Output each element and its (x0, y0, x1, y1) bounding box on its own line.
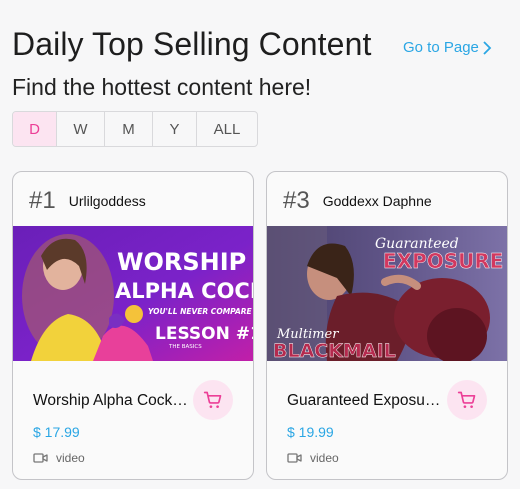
content-card[interactable]: #1 Urlilgoddess WORSHIP ALPHA COCK YOU'L… (12, 171, 254, 480)
content-type-label: video (56, 451, 85, 465)
cart-icon (457, 391, 476, 408)
period-daily-button[interactable]: D (13, 112, 57, 146)
page-subtitle: Find the hottest content here! (12, 74, 312, 100)
content-thumbnail[interactable]: Guaranteed EXPOSURE Multimer BLACKMAIL (267, 226, 507, 361)
content-card[interactable]: #3 Goddexx Daphne Guaranteed EXPOSURE Mu… (266, 171, 508, 480)
thumb-text-line2: EXPOSURE (383, 249, 503, 273)
content-type-label: video (310, 451, 339, 465)
thumb-text-line4: LESSON #1 (155, 324, 254, 344)
thumb-text-line3: YOU'LL NEVER COMPARE (148, 307, 253, 316)
thumb-text-line2: ALPHA COCK (115, 279, 254, 303)
seller-name[interactable]: Urlilgoddess (69, 193, 146, 209)
item-price: $ 19.99 (287, 424, 334, 440)
rank-label: #3 (283, 187, 310, 214)
item-price: $ 17.99 (33, 424, 80, 440)
go-to-page-link[interactable]: Go to Page (403, 39, 492, 56)
thumb-text-line4: BLACKMAIL (273, 340, 396, 361)
period-all-button[interactable]: ALL (197, 112, 257, 146)
content-thumbnail[interactable]: WORSHIP ALPHA COCK YOU'LL NEVER COMPARE … (13, 226, 254, 361)
go-to-page-label: Go to Page (403, 39, 479, 56)
page-header: Daily Top Selling Content Go to Page (12, 24, 508, 68)
page-title: Daily Top Selling Content (12, 26, 372, 62)
content-type: video (33, 451, 85, 465)
thumb-text-line1: WORSHIP (117, 248, 246, 276)
content-type: video (287, 451, 339, 465)
period-toggle-group: D W M Y ALL (12, 111, 258, 147)
thumb-text-line5: THE BASICS (168, 344, 202, 350)
add-to-cart-button[interactable] (447, 380, 487, 420)
cart-icon (203, 391, 222, 408)
chevron-right-icon (483, 40, 492, 55)
item-title[interactable]: Worship Alpha Cock - Lesson 1 (33, 392, 188, 410)
video-camera-icon (33, 453, 48, 463)
period-monthly-button[interactable]: M (105, 112, 153, 146)
period-yearly-button[interactable]: Y (153, 112, 197, 146)
card-header: #1 Urlilgoddess (29, 186, 146, 216)
card-header: #3 Goddexx Daphne (283, 186, 432, 216)
seller-name[interactable]: Goddexx Daphne (323, 193, 432, 209)
item-title[interactable]: Guaranteed Exposure Multimer Blackmail (287, 392, 442, 410)
add-to-cart-button[interactable] (193, 380, 233, 420)
rank-label: #1 (29, 187, 56, 214)
period-weekly-button[interactable]: W (57, 112, 105, 146)
video-camera-icon (287, 453, 302, 463)
